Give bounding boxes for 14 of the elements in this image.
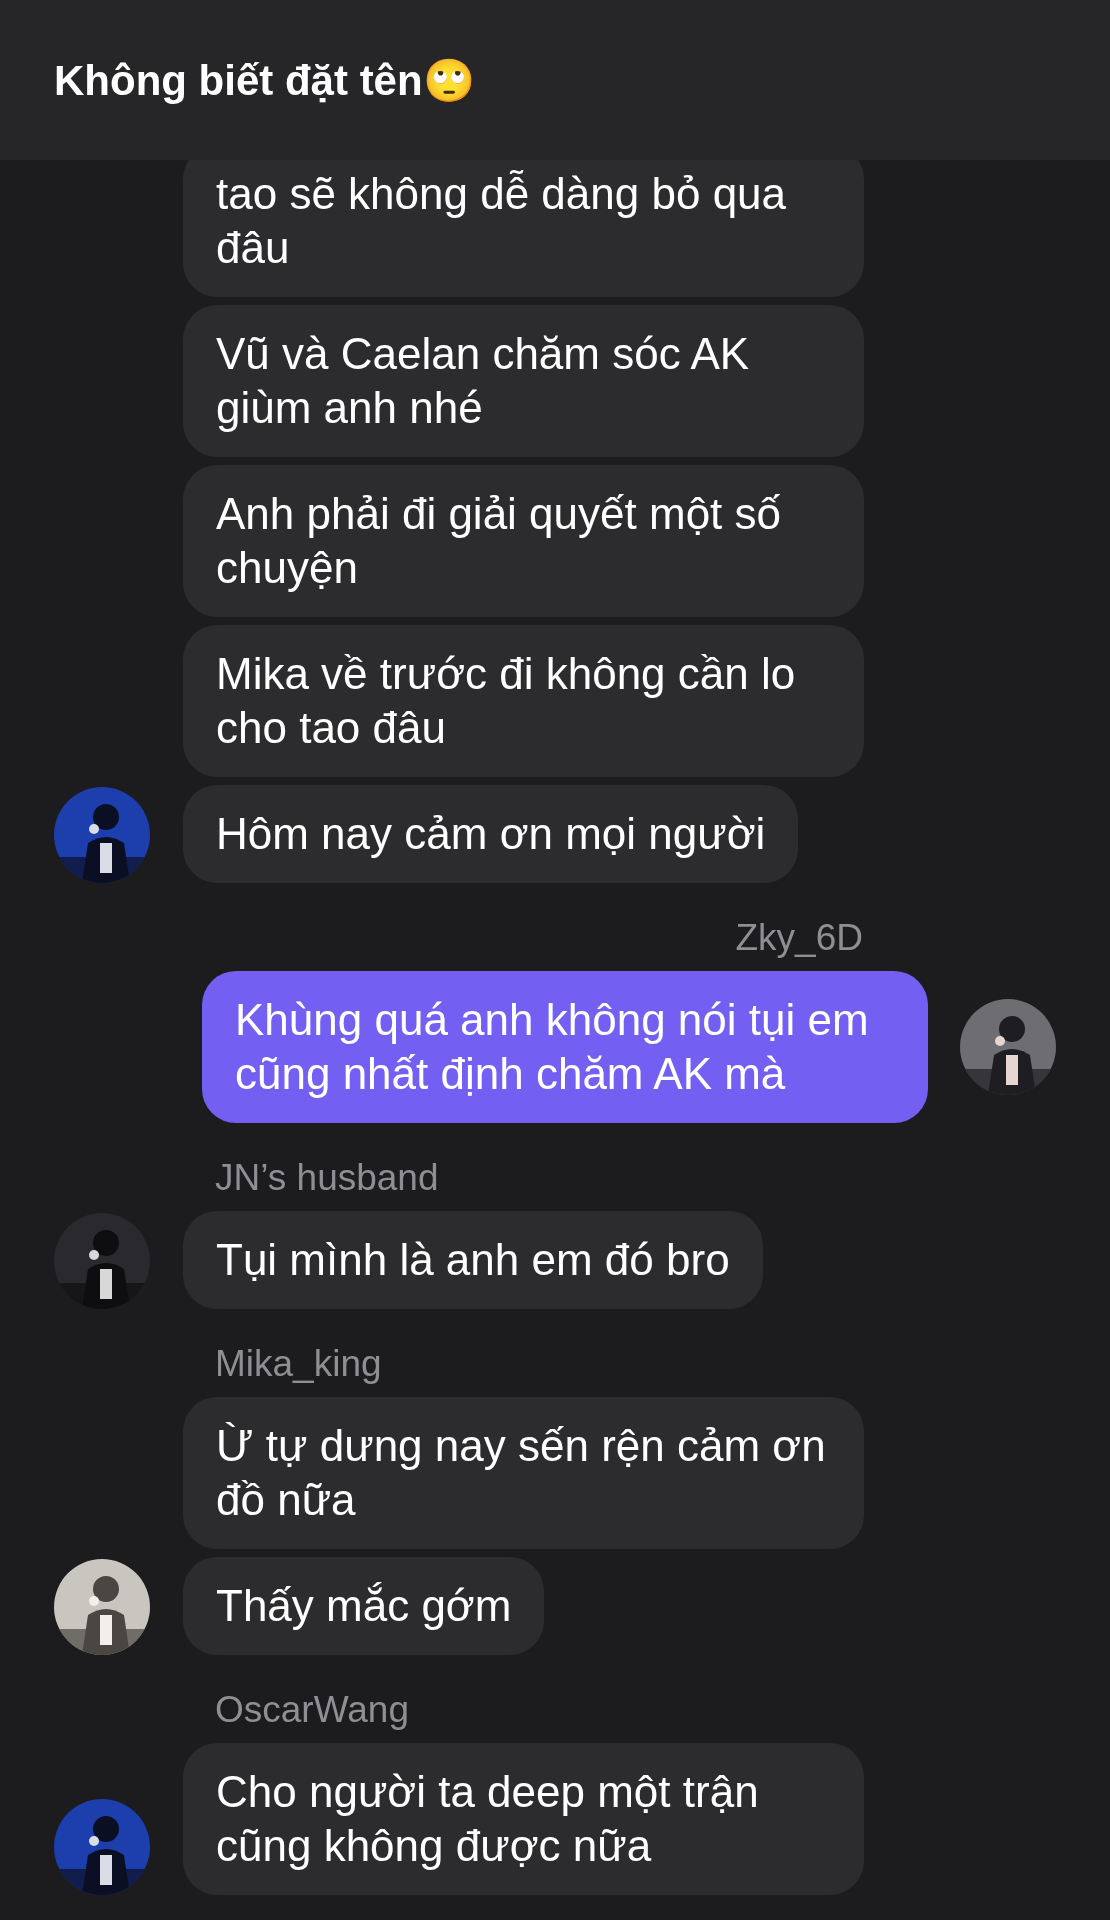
message-bubble: Thấy mắc gớm <box>183 1557 545 1655</box>
sender-name: Zky_6D <box>735 917 864 959</box>
message-bubble: Hôm nay cảm ơn mọi người <box>183 785 799 883</box>
sender-name: JN’s husband <box>214 1157 440 1199</box>
message-bubble: Cho người ta deep một trận cũng không được nữa <box>183 1743 864 1895</box>
message-bubble: Mika về trước đi không cần lo cho tao đâu <box>183 625 864 777</box>
message-bubble: Ừ tự dưng nay sến rện cảm ơn đồ nữa <box>183 1397 864 1549</box>
chat-title: Không biết đặt tên🙄 <box>54 55 475 105</box>
message-bubble: Khùng quá anh không nói tụi em cũng nhất định chăm AK mà <box>202 971 928 1123</box>
sender-name: OscarWang <box>214 1689 410 1731</box>
message-bubble: Anh phải đi giải quyết một số chuyện <box>183 465 864 617</box>
message-bubble: Vũ và Caelan chăm sóc AK giùm anh nhé <box>183 305 864 457</box>
sender-name: Mika_king <box>214 1343 383 1385</box>
message-bubble: Tụi mình là anh em đó bro <box>183 1211 763 1309</box>
